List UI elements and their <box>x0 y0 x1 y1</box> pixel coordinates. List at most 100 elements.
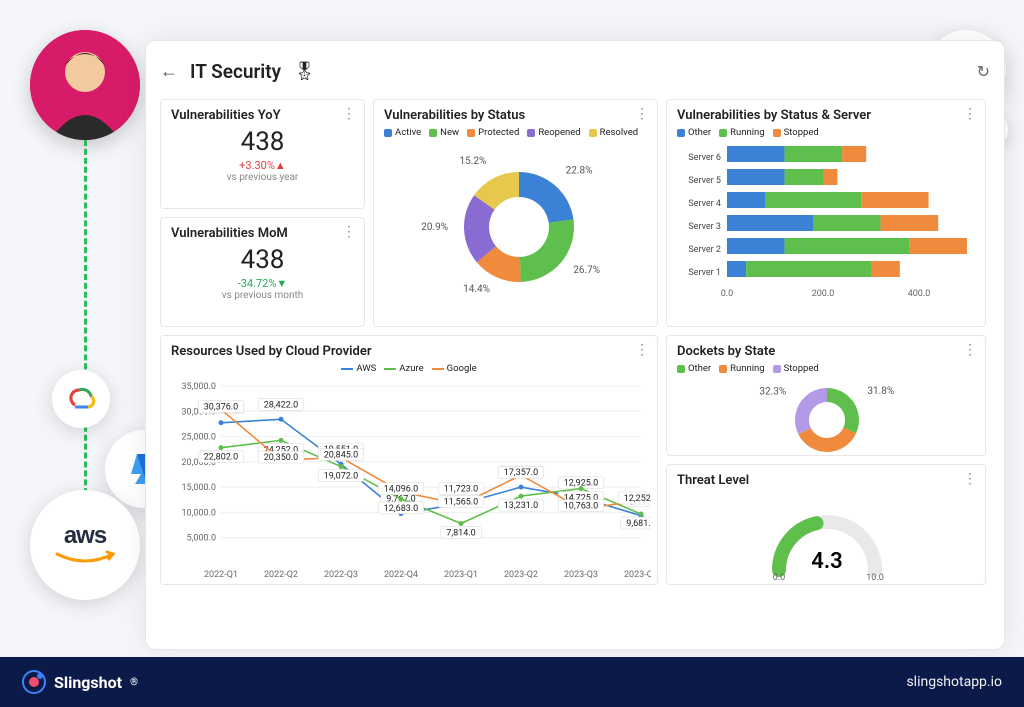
svg-text:20,350.0: 20,350.0 <box>264 453 299 463</box>
card-menu-icon[interactable]: ⋮ <box>963 106 977 122</box>
legend: AWS Azure Google <box>171 363 647 374</box>
kpi-delta: -34.72%▼ <box>171 277 354 290</box>
svg-text:Server 1: Server 1 <box>688 268 721 278</box>
svg-text:35,000.0: 35,000.0 <box>182 382 217 392</box>
legend-label: Stopped <box>784 363 819 374</box>
legend-label: Resolved <box>600 127 638 138</box>
svg-text:10.0: 10.0 <box>866 573 884 582</box>
card-vuln-status: ⋮ Vulnerabilities by Status Active New P… <box>373 99 658 327</box>
svg-text:0.0: 0.0 <box>721 289 734 299</box>
stacked-bar-chart: Server 6 Server 5 Server 4 Server 3 Server 2… <box>677 142 977 307</box>
card-title: Vulnerabilities YoY <box>171 108 354 123</box>
card-dockets: ⋮ Dockets by State Other Running Stopped… <box>666 335 986 456</box>
svg-text:12,252.0: 12,252.0 <box>624 494 651 504</box>
svg-text:2023-Q3: 2023-Q3 <box>564 570 598 580</box>
svg-text:9,681.0: 9,681.0 <box>626 519 651 529</box>
brand-name: Slingshot <box>54 673 122 692</box>
svg-text:2022-Q4: 2022-Q4 <box>384 570 418 580</box>
kpi-sub: vs previous month <box>171 290 354 301</box>
svg-text:2023-Q1: 2023-Q1 <box>444 570 478 580</box>
svg-text:2022-Q1: 2022-Q1 <box>204 570 238 580</box>
card-title: Vulnerabilities by Status <box>384 108 647 123</box>
back-button[interactable]: ← <box>160 61 178 82</box>
card-menu-icon[interactable]: ⋮ <box>342 224 356 240</box>
svg-text:Server 6: Server 6 <box>688 153 721 163</box>
donut-chart: 31.8%35.9%32.3% <box>677 378 977 456</box>
card-threat: ⋮ Threat Level 4.3 0.0 10.0 <box>666 464 986 585</box>
svg-text:20,845.0: 20,845.0 <box>324 451 359 461</box>
svg-text:4.3: 4.3 <box>811 549 842 574</box>
svg-text:19,072.0: 19,072.0 <box>324 472 359 482</box>
svg-text:15,000.0: 15,000.0 <box>182 483 217 493</box>
kpi-sub: vs previous year <box>171 172 354 183</box>
svg-text:2022-Q2: 2022-Q2 <box>264 570 298 580</box>
svg-text:7,814.0: 7,814.0 <box>446 528 475 538</box>
refresh-button[interactable]: ↻ <box>977 62 990 81</box>
svg-text:12,683.0: 12,683.0 <box>384 504 419 514</box>
card-menu-icon[interactable]: ⋮ <box>963 342 977 358</box>
svg-text:25,000.0: 25,000.0 <box>182 433 217 443</box>
donut-chart: 22.8%26.7%14.4%20.9%15.2% <box>384 142 644 302</box>
footer: Slingshot® slingshotapp.io <box>0 657 1024 707</box>
avatar <box>30 30 140 140</box>
card-title: Threat Level <box>677 473 975 488</box>
svg-text:22.8%: 22.8% <box>566 165 593 176</box>
dashboard-canvas: ← IT Security 🎖 ↻ ⋮ Vulnerabilities YoY … <box>145 40 1005 650</box>
svg-text:11,723.0: 11,723.0 <box>444 485 479 495</box>
card-vuln-mom: ⋮ Vulnerabilities MoM 438 -34.72%▼ vs pr… <box>160 217 365 327</box>
card-vuln-yoy: ⋮ Vulnerabilities YoY 438 +3.30%▲ vs pre… <box>160 99 365 209</box>
card-menu-icon[interactable]: ⋮ <box>635 106 649 122</box>
card-vuln-status-server: ⋮ Vulnerabilities by Status & Server Oth… <box>666 99 986 327</box>
google-cloud-icon <box>52 370 110 428</box>
svg-text:Server 5: Server 5 <box>688 176 721 186</box>
svg-text:200.0: 200.0 <box>812 289 835 299</box>
svg-text:31.8%: 31.8% <box>867 386 894 397</box>
line-chart: 5,000.010,000.015,000.020,000.025,000.03… <box>171 378 651 583</box>
legend-label: Stopped <box>784 127 819 138</box>
legend-label: Other <box>688 127 711 138</box>
svg-text:22,802.0: 22,802.0 <box>204 453 239 463</box>
kpi-delta: +3.30%▲ <box>171 159 354 172</box>
legend-label: Reopened <box>538 127 580 138</box>
svg-text:Server 3: Server 3 <box>688 222 721 232</box>
page-title: IT Security <box>190 60 281 83</box>
legend-label: Azure <box>399 363 423 374</box>
legend-label: Active <box>395 127 421 138</box>
decorative-connector-line <box>84 140 87 530</box>
legend-label: AWS <box>356 363 376 374</box>
brand-logo: Slingshot® <box>22 670 138 694</box>
card-title: Resources Used by Cloud Provider <box>171 344 647 359</box>
svg-text:14.4%: 14.4% <box>463 284 490 295</box>
card-menu-icon[interactable]: ⋮ <box>635 342 649 358</box>
legend: Other Running Stopped <box>677 363 975 374</box>
gauge-chart: 4.3 0.0 10.0 <box>677 492 977 582</box>
legend-label: Protected <box>478 127 519 138</box>
svg-text:400.0: 400.0 <box>908 289 931 299</box>
svg-text:0.0: 0.0 <box>773 573 786 582</box>
legend-label: New <box>440 127 459 138</box>
svg-text:30,376.0: 30,376.0 <box>204 402 239 412</box>
svg-text:Server 4: Server 4 <box>688 199 721 209</box>
kpi-value: 438 <box>171 127 354 157</box>
svg-text:Server 2: Server 2 <box>688 245 721 255</box>
svg-text:2023-Q2: 2023-Q2 <box>504 570 538 580</box>
legend: Active New Protected Reopened Resolved <box>384 127 647 138</box>
svg-text:32.3%: 32.3% <box>759 387 786 398</box>
legend-label: Google <box>447 363 477 374</box>
svg-text:5,000.0: 5,000.0 <box>187 534 216 544</box>
ribbon-icon: 🎖 <box>293 61 316 82</box>
card-menu-icon[interactable]: ⋮ <box>963 471 977 487</box>
legend-label: Running <box>730 127 764 138</box>
svg-text:13,231.0: 13,231.0 <box>504 501 539 511</box>
svg-text:17,357.0: 17,357.0 <box>504 468 539 478</box>
legend-label: Other <box>688 363 711 374</box>
card-resources: ⋮ Resources Used by Cloud Provider AWS A… <box>160 335 658 585</box>
card-title: Vulnerabilities MoM <box>171 226 354 241</box>
svg-text:15.2%: 15.2% <box>460 156 487 167</box>
kpi-value: 438 <box>171 245 354 275</box>
svg-text:2022-Q3: 2022-Q3 <box>324 570 358 580</box>
card-title: Dockets by State <box>677 344 975 359</box>
svg-text:28,422.0: 28,422.0 <box>264 400 299 410</box>
svg-text:11,565.0: 11,565.0 <box>444 498 479 508</box>
card-menu-icon[interactable]: ⋮ <box>342 106 356 122</box>
